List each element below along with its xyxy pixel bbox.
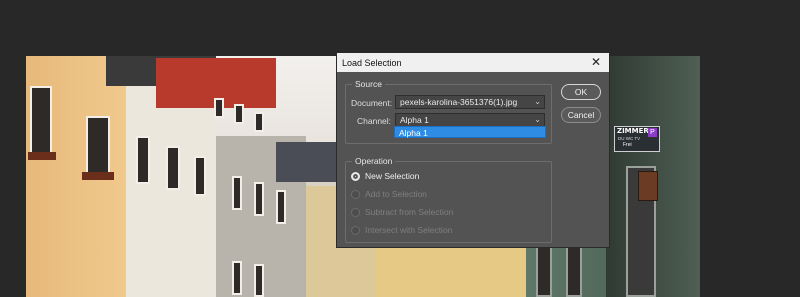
window [254,112,264,132]
radio-new-selection[interactable]: New Selection [351,171,419,181]
parking-badge: P [648,128,657,137]
radio-subtract-from-selection[interactable]: Subtract from Selection [351,207,453,217]
radio-unselected-icon [351,225,360,235]
window [166,146,180,190]
window [136,136,150,184]
document-label: Document: [351,98,393,108]
window [232,176,242,210]
window [194,156,206,196]
channel-select[interactable]: Alpha 1 ⌄ [395,113,545,127]
ok-button[interactable]: OK [561,84,601,100]
radio-selected-icon [351,171,360,181]
window [86,116,110,176]
roof-grey [276,142,336,182]
window [254,264,264,297]
window [276,190,286,224]
window [254,182,264,216]
window [232,261,242,295]
radio-unselected-icon [351,207,360,217]
document-value: pexels-karolina-3651376(1).jpg [400,97,518,107]
channel-option-alpha-1[interactable]: Alpha 1 [394,126,546,138]
hotel-sign: ZIMMER DU WC TV Frei P [614,126,660,152]
window [234,104,244,124]
source-group-label: Source [352,79,385,89]
radio-label: New Selection [365,171,420,181]
channel-value: Alpha 1 [400,115,429,125]
window [30,86,52,156]
close-icon[interactable]: ✕ [589,55,603,69]
cancel-button[interactable]: Cancel [561,107,601,123]
load-selection-dialog: Load Selection ✕ Source Document: pexels… [336,52,610,248]
sign-frei: Frei [623,142,632,148]
dialog-title: Load Selection [342,57,402,68]
radio-intersect-with-selection[interactable]: Intersect with Selection [351,225,452,235]
building-far [376,246,526,297]
radio-label: Add to Selection [365,189,427,199]
window [536,246,552,297]
radio-label: Subtract from Selection [365,207,454,217]
window [214,98,224,118]
window [566,246,582,297]
document-select[interactable]: pexels-karolina-3651376(1).jpg ⌄ [395,95,545,109]
window-shutter [28,152,56,160]
chevron-down-icon: ⌄ [534,115,541,124]
dialog-titlebar[interactable]: Load Selection ✕ [337,53,609,72]
radio-label: Intersect with Selection [365,225,453,235]
radio-add-to-selection[interactable]: Add to Selection [351,189,427,199]
operation-group-label: Operation [352,156,396,166]
lantern [638,171,658,201]
channel-label: Channel: [357,116,392,126]
radio-unselected-icon [351,189,360,199]
chevron-down-icon: ⌄ [534,97,541,106]
window-shutter [82,172,114,180]
